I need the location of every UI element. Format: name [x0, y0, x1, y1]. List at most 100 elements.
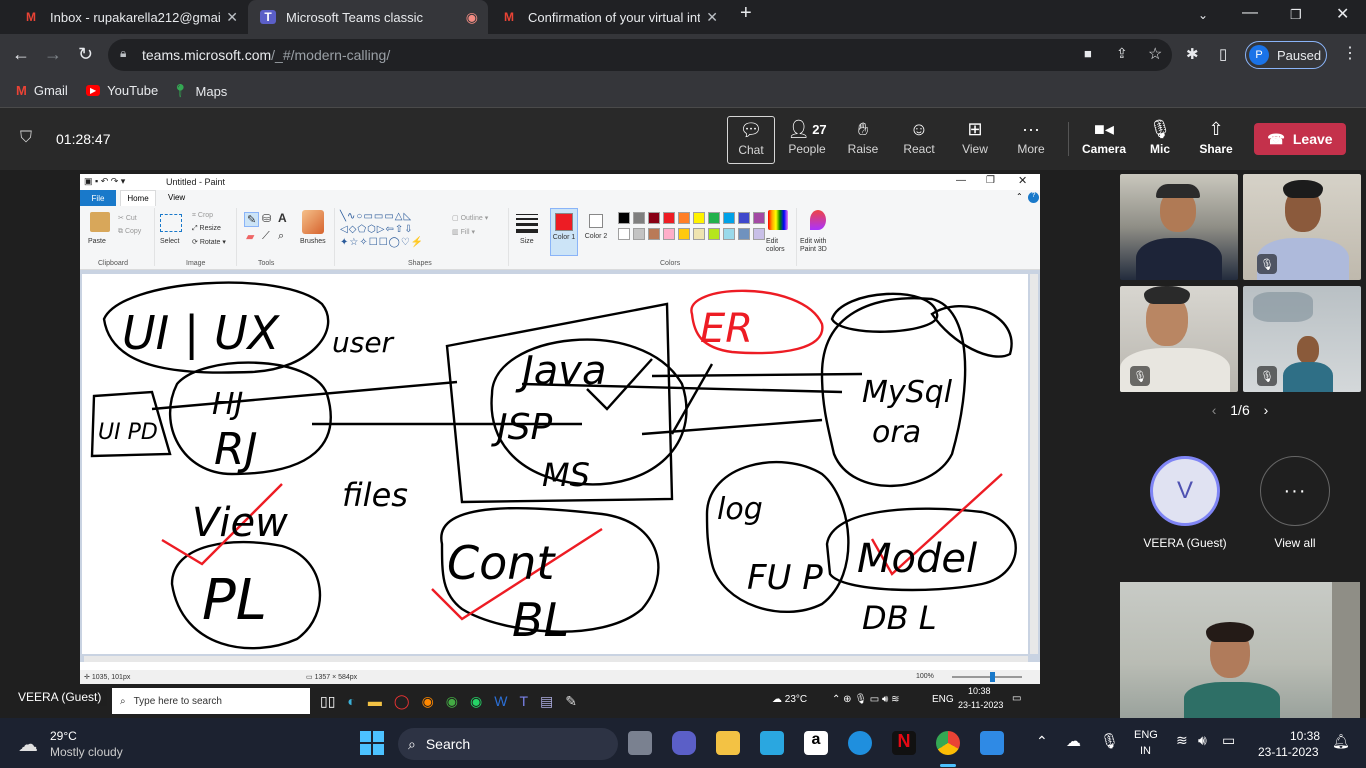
close-window-button[interactable]: ✕ — [1336, 4, 1349, 24]
participant-video-1[interactable] — [1120, 174, 1238, 280]
onedrive-icon[interactable]: ☁ — [1066, 732, 1081, 750]
reload-icon[interactable]: ↻ — [78, 44, 93, 65]
edit-colors-icon[interactable] — [768, 210, 788, 230]
copy-button[interactable]: ⧉ Copy — [118, 228, 141, 236]
battery-icon[interactable]: ▭ — [1222, 732, 1235, 749]
profile-button[interactable]: P Paused — [1245, 41, 1327, 69]
size-icon[interactable] — [516, 214, 538, 233]
chrome-icon[interactable] — [936, 731, 960, 755]
notepad-icon[interactable] — [980, 731, 1004, 755]
view-all-button[interactable]: ··· — [1260, 456, 1330, 526]
taskbar-search-box[interactable]: ⌕ Search — [398, 728, 618, 760]
vertical-scrollbar[interactable] — [1030, 274, 1038, 654]
palette-swatch[interactable] — [693, 228, 705, 240]
notification-bell-icon[interactable]: 🔔︎ — [1332, 733, 1350, 750]
lang-code[interactable]: ENG — [1134, 729, 1158, 741]
paste-icon[interactable] — [90, 212, 110, 232]
file-tab[interactable]: File — [80, 190, 116, 206]
forward-arrow-icon[interactable]: → — [44, 44, 62, 65]
close-tab-icon[interactable]: ✕ — [706, 9, 718, 26]
teams-chat-icon[interactable] — [672, 731, 696, 755]
mic-icon[interactable]: 🎙︎ — [1100, 732, 1119, 750]
lang-region[interactable]: IN — [1140, 745, 1151, 757]
palette-swatch[interactable] — [753, 212, 765, 224]
netflix-icon[interactable]: N — [892, 731, 916, 755]
palette-swatch[interactable] — [723, 228, 735, 240]
fill-button[interactable]: ▥ Fill ▾ — [452, 228, 475, 236]
close-window-button[interactable]: ✕ — [1018, 174, 1027, 187]
view-all-label[interactable]: View all — [1235, 536, 1355, 550]
people-button[interactable]: 👤︎ 27 People — [783, 116, 831, 164]
zoom-slider[interactable] — [952, 672, 1022, 682]
select-icon[interactable] — [160, 214, 182, 232]
close-tab-icon[interactable]: ✕ — [226, 9, 238, 26]
clock-time[interactable]: 10:38 — [1290, 729, 1320, 743]
paint-icon[interactable]: ✎ — [565, 693, 577, 710]
bookmark-gmail[interactable]: M Gmail — [16, 83, 68, 98]
restore-button[interactable]: ❐ — [986, 175, 995, 186]
shapes-gallery[interactable]: ╲∿○▭▭▭△◺ ◁◇⬠⬡▷⇦⇧⇩ ✦☆✧☐☐◯♡⚡ — [340, 210, 444, 250]
palette-swatch[interactable] — [648, 228, 660, 240]
chat-button[interactable]: 💬︎ Chat — [727, 116, 775, 164]
drawing-canvas[interactable]: UI | UX user ER Java MySql ora JSP MS HJ… — [82, 274, 1028, 654]
participant-avatar-veera[interactable]: V — [1150, 456, 1220, 526]
palette-swatch[interactable] — [723, 212, 735, 224]
wifi-icon[interactable]: ≋ — [1176, 732, 1188, 749]
side-panel-icon[interactable]: ▯ — [1219, 45, 1227, 63]
file-explorer-icon[interactable] — [716, 731, 740, 755]
folder-icon[interactable]: ▬ — [368, 693, 382, 709]
zoom-thumb[interactable] — [990, 672, 995, 682]
tab-confirmation[interactable]: M Confirmation of your virtual inte ✕ — [488, 0, 728, 34]
horizontal-scrollbar[interactable] — [84, 656, 1028, 662]
cut-button[interactable]: ✂ Cut — [118, 214, 137, 222]
palette-swatch[interactable] — [693, 212, 705, 224]
volume-icon[interactable]: 🔊︎ — [1198, 732, 1207, 749]
palette-swatch[interactable] — [738, 228, 750, 240]
share-button[interactable]: ⇧ Share — [1192, 116, 1240, 164]
windows-start-button[interactable] — [360, 731, 384, 755]
fill-bucket-icon[interactable]: ⛁ — [262, 212, 271, 225]
color-palette[interactable] — [610, 210, 770, 254]
amazon-icon[interactable]: a — [804, 731, 828, 755]
palette-swatch[interactable] — [753, 228, 765, 240]
participant-video-4[interactable]: 🎙︎ — [1243, 286, 1361, 392]
task-view-icon[interactable] — [628, 731, 652, 755]
palette-swatch[interactable] — [633, 228, 645, 240]
menu-icon[interactable]: ⋮ — [1342, 43, 1358, 63]
color-picker-icon[interactable]: ⟋ — [262, 230, 270, 243]
firefox-icon[interactable]: ◉ — [422, 693, 434, 710]
brushes-label[interactable]: Brushes — [300, 238, 326, 245]
edit-colors-label[interactable]: Edit colors — [766, 238, 794, 254]
minimize-button[interactable]: — — [1242, 4, 1258, 22]
leave-button[interactable]: ☎ Leave — [1254, 123, 1346, 155]
palette-swatch[interactable] — [618, 228, 630, 240]
text-tool-icon[interactable]: A — [278, 211, 287, 225]
mic-button[interactable]: 🎙︎ Mic — [1136, 116, 1184, 164]
participant-video-2[interactable]: 🎙︎ — [1243, 174, 1361, 280]
remote-search-box[interactable]: ⌕ Type here to search — [112, 688, 310, 714]
rotate-button[interactable]: ⟳ Rotate ▾ — [192, 238, 226, 246]
paste-label[interactable]: Paste — [88, 238, 106, 245]
chevron-up-icon[interactable]: ⌃ — [1036, 733, 1048, 750]
magnifier-icon[interactable]: ⌕ — [278, 230, 284, 243]
desktop-icon[interactable] — [760, 731, 784, 755]
chevron-up-icon[interactable]: ⌃ — [1016, 192, 1023, 201]
resize-button[interactable]: ⤢ Resize — [192, 225, 221, 233]
crop-button[interactable]: ⌗ Crop — [192, 212, 213, 220]
palette-swatch[interactable] — [678, 228, 690, 240]
outline-button[interactable]: ▢ Outline ▾ — [452, 214, 488, 222]
whatsapp-icon[interactable]: ◉ — [470, 693, 482, 710]
palette-swatch[interactable] — [708, 228, 720, 240]
chevron-right-icon[interactable]: › — [1264, 402, 1269, 418]
palette-swatch[interactable] — [678, 212, 690, 224]
palette-swatch[interactable] — [708, 212, 720, 224]
chrome-icon[interactable]: ◉ — [446, 693, 458, 710]
palette-swatch[interactable] — [648, 212, 660, 224]
color2-button[interactable]: Color 2 — [582, 208, 610, 256]
camera-button[interactable]: ■◂ Camera — [1080, 116, 1128, 164]
eraser-icon[interactable]: ▰ — [246, 230, 254, 243]
restore-button[interactable]: ❐ — [1290, 7, 1302, 23]
new-tab-button[interactable]: + — [740, 2, 752, 25]
raise-hand-button[interactable]: ✋︎ Raise — [839, 116, 887, 164]
brushes-icon[interactable] — [302, 210, 324, 234]
